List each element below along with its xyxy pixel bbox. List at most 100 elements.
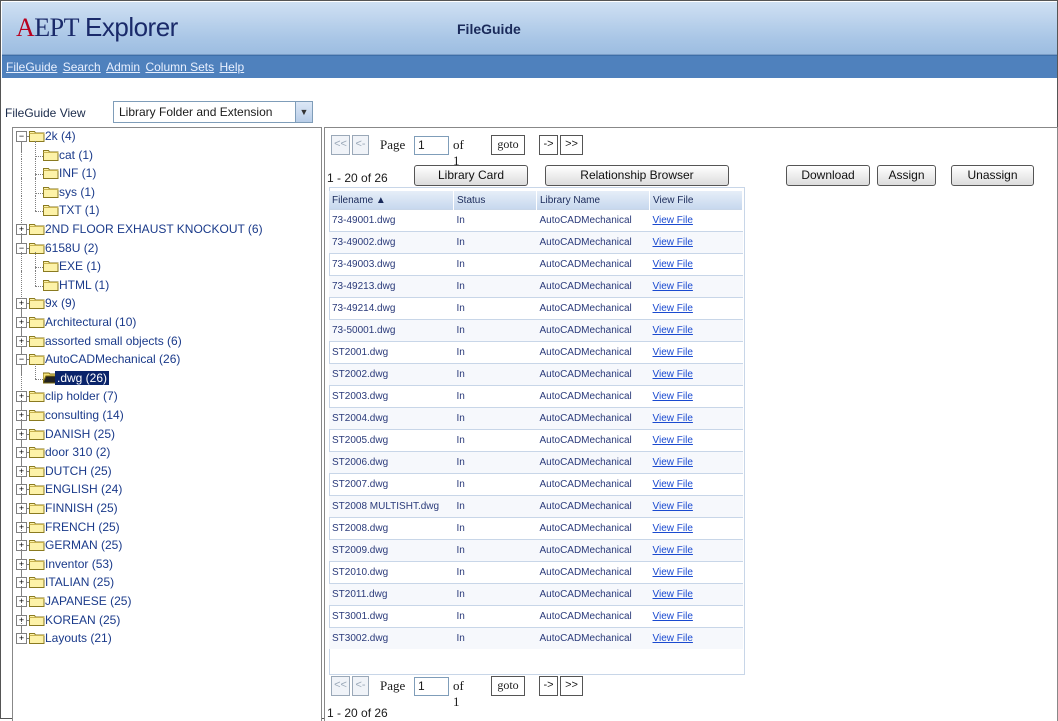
library-card-button[interactable]: Library Card: [414, 165, 528, 186]
view-file-link[interactable]: View File: [649, 407, 743, 430]
tree-node[interactable]: + door 310 (2): [13, 437, 319, 468]
table-row[interactable]: ST2004.dwg In AutoCADMechanical View File: [329, 407, 743, 430]
view-file-link[interactable]: View File: [649, 583, 743, 606]
tree-node[interactable]: −2k (4): [13, 128, 319, 152]
tree-node[interactable]: + Architectural (10): [13, 307, 319, 338]
column-header-view-file[interactable]: View File: [649, 191, 743, 210]
tree-node[interactable]: HTML (1): [13, 270, 319, 294]
chevron-down-icon[interactable]: ▼: [295, 102, 312, 122]
tree-node[interactable]: + GERMAN (25): [13, 530, 319, 561]
column-header-filename[interactable]: Filename ▲: [329, 191, 454, 210]
page-input[interactable]: 1: [414, 136, 449, 155]
tree-node[interactable]: + ITALIAN (25): [13, 567, 319, 598]
last-page-button[interactable]: >>: [560, 135, 583, 155]
table-row[interactable]: 73-50001.dwg In AutoCADMechanical View File: [329, 319, 743, 342]
relationship-browser-button[interactable]: Relationship Browser: [545, 165, 729, 186]
tree-node[interactable]: cat (1): [13, 140, 319, 164]
tree-node[interactable]: + ENGLISH (24): [13, 474, 319, 505]
result-count-top: 1 - 20 of 26: [327, 171, 388, 185]
table-row[interactable]: ST2002.dwg In AutoCADMechanical View File: [329, 363, 743, 386]
column-header-status[interactable]: Status: [453, 191, 537, 210]
tree-node[interactable]: INF (1): [13, 159, 319, 182]
tree-node[interactable]: .dwg (26): [13, 363, 319, 387]
view-file-link[interactable]: View File: [649, 363, 743, 386]
tree-node[interactable]: + DUTCH (25): [13, 455, 319, 487]
table-row[interactable]: ST2001.dwg In AutoCADMechanical View File: [329, 341, 743, 364]
tree-node[interactable]: + JAPANESE (25): [13, 586, 319, 617]
menu-search[interactable]: Search: [63, 60, 101, 74]
view-select[interactable]: Library Folder and Extension ▼: [113, 101, 313, 123]
view-file-link[interactable]: View File: [649, 517, 743, 540]
table-row[interactable]: ST2006.dwg In AutoCADMechanical View File: [329, 451, 743, 474]
tree-node[interactable]: + FINNISH (25): [13, 493, 319, 524]
prev-page-button-bottom[interactable]: <-: [352, 676, 369, 696]
table-row[interactable]: 73-49214.dwg In AutoCADMechanical View File: [329, 297, 743, 320]
tree-node[interactable]: + DANISH (25): [13, 418, 319, 450]
table-row[interactable]: 73-49003.dwg In AutoCADMechanical View File: [329, 253, 743, 276]
download-button[interactable]: Download: [786, 165, 870, 186]
next-page-button[interactable]: ->: [539, 135, 558, 155]
tree-node[interactable]: + Layouts (21): [13, 623, 319, 647]
tree-node[interactable]: + consulting (14): [13, 400, 319, 431]
table-row[interactable]: ST2010.dwg In AutoCADMechanical View File: [329, 561, 743, 584]
prev-page-button[interactable]: <-: [352, 135, 369, 155]
tree-node[interactable]: + KOREAN (25): [13, 604, 319, 636]
table-row[interactable]: ST2008.dwg In AutoCADMechanical View File: [329, 517, 743, 540]
view-file-link[interactable]: View File: [649, 341, 743, 364]
view-file-link[interactable]: View File: [649, 319, 743, 342]
tree-node[interactable]: +2ND FLOOR EXHAUST KNOCKOUT (6): [13, 214, 319, 245]
page-input-bottom[interactable]: 1: [414, 677, 449, 696]
table-row[interactable]: ST2008 MULTISHT.dwg In AutoCADMechanical Vi…: [329, 495, 743, 518]
assign-button[interactable]: Assign: [877, 165, 936, 186]
view-file-link[interactable]: View File: [649, 627, 743, 649]
menu-help[interactable]: Help: [219, 60, 244, 74]
column-header-library-name[interactable]: Library Name: [536, 191, 650, 210]
table-row[interactable]: 73-49213.dwg In AutoCADMechanical View File: [329, 275, 743, 298]
folder-icon: [43, 260, 59, 273]
view-file-link[interactable]: View File: [649, 253, 743, 276]
view-file-link[interactable]: View File: [649, 451, 743, 474]
tree-node[interactable]: TXT (1): [13, 196, 319, 219]
tree-node[interactable]: sys (1): [13, 177, 319, 201]
view-file-link[interactable]: View File: [649, 297, 743, 320]
view-file-link[interactable]: View File: [649, 429, 743, 452]
table-row[interactable]: ST3001.dwg In AutoCADMechanical View File: [329, 605, 743, 628]
table-row[interactable]: 73-49001.dwg In AutoCADMechanical View File: [329, 209, 743, 232]
view-file-link[interactable]: View File: [649, 495, 743, 518]
view-file-link[interactable]: View File: [649, 385, 743, 408]
tree-node[interactable]: EXE (1): [13, 252, 319, 275]
table-row[interactable]: ST2007.dwg In AutoCADMechanical View File: [329, 473, 743, 496]
goto-button-bottom[interactable]: goto: [491, 676, 525, 696]
view-file-link[interactable]: View File: [649, 209, 743, 232]
cell-library-name: AutoCADMechanical: [536, 209, 650, 232]
table-row[interactable]: 73-49002.dwg In AutoCADMechanical View File: [329, 231, 743, 254]
view-file-link[interactable]: View File: [649, 605, 743, 628]
first-page-button[interactable]: <<: [331, 135, 350, 155]
tree-node[interactable]: + FRENCH (25): [13, 511, 319, 543]
view-file-link[interactable]: View File: [649, 231, 743, 254]
view-file-link[interactable]: View File: [649, 561, 743, 584]
goto-button[interactable]: goto: [491, 135, 525, 155]
menu-admin[interactable]: Admin: [106, 60, 140, 74]
tree-node[interactable]: −6158U (2): [13, 232, 319, 264]
table-row[interactable]: ST3002.dwg In AutoCADMechanical View File: [329, 627, 743, 649]
tree-node[interactable]: + assorted small objects (6): [13, 325, 319, 357]
last-page-button-bottom[interactable]: >>: [560, 676, 583, 696]
view-file-link[interactable]: View File: [649, 275, 743, 298]
view-file-link[interactable]: View File: [649, 473, 743, 496]
tree-node[interactable]: + Inventor (53): [13, 548, 319, 580]
table-row[interactable]: ST2005.dwg In AutoCADMechanical View File: [329, 429, 743, 452]
tree-node[interactable]: − AutoCADMechanical (26): [13, 344, 319, 375]
unassign-button[interactable]: Unassign: [951, 165, 1034, 186]
tree-node[interactable]: + clip holder (7): [13, 381, 319, 412]
menu-column-sets[interactable]: Column Sets: [145, 60, 214, 74]
table-row[interactable]: ST2003.dwg In AutoCADMechanical View File: [329, 385, 743, 408]
menu-fileguide[interactable]: FileGuide: [6, 60, 57, 74]
first-page-button-bottom[interactable]: <<: [331, 676, 350, 696]
next-page-button-bottom[interactable]: ->: [539, 676, 558, 696]
tree-node[interactable]: +9x (9): [13, 288, 319, 319]
table-row[interactable]: ST2009.dwg In AutoCADMechanical View File: [329, 539, 743, 562]
expand-icon[interactable]: +: [16, 633, 27, 645]
table-row[interactable]: ST2011.dwg In AutoCADMechanical View File: [329, 583, 743, 606]
view-file-link[interactable]: View File: [649, 539, 743, 562]
